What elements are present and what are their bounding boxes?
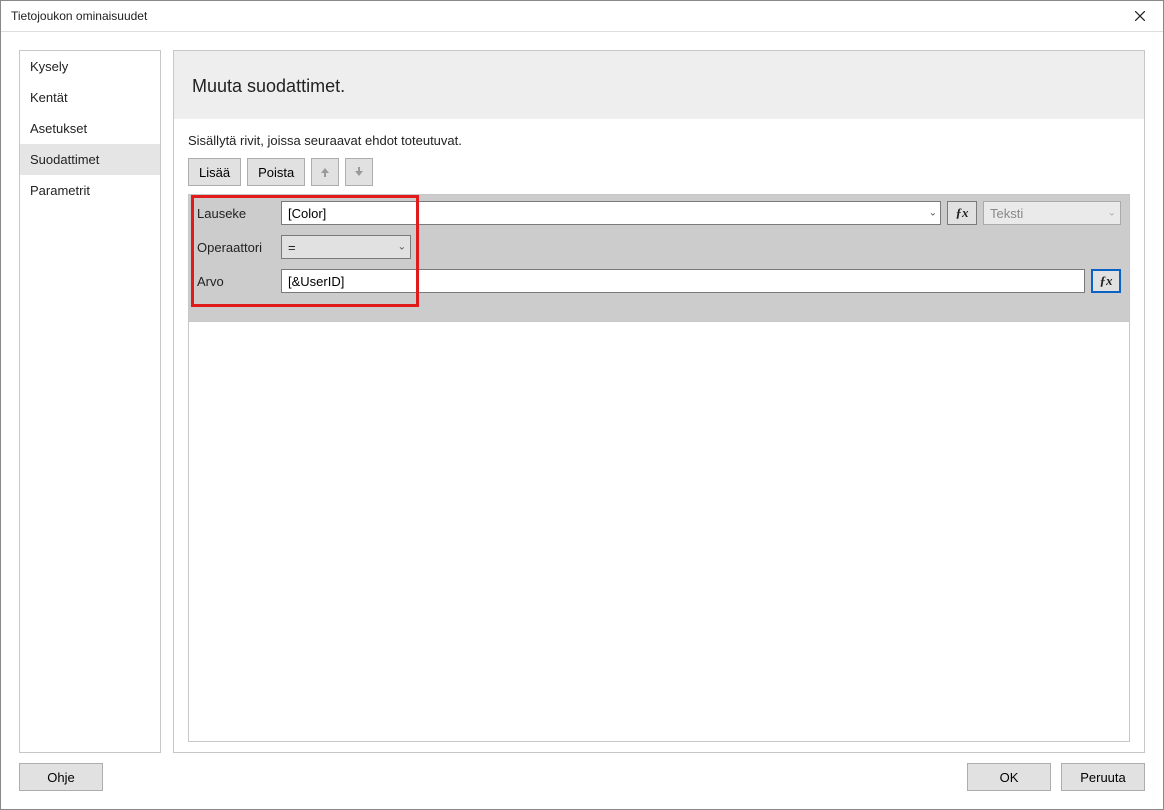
expression-fx-button[interactable]: ƒx — [947, 201, 977, 225]
main-panel: Muuta suodattimet. Sisällytä rivit, jois… — [173, 50, 1145, 753]
filter-list-area — [188, 322, 1130, 742]
type-select-value: Teksti — [990, 206, 1023, 221]
arrow-down-icon — [353, 166, 365, 178]
sidebar-item-label: Parametrit — [30, 183, 90, 198]
instruction-text: Sisällytä rivit, joissa seuraavat ehdot … — [188, 133, 1130, 148]
panel-content: Sisällytä rivit, joissa seuraavat ehdot … — [174, 119, 1144, 752]
sidebar-item-parametrit[interactable]: Parametrit — [20, 175, 160, 206]
chevron-down-icon: ⌄ — [1108, 208, 1116, 219]
close-button[interactable] — [1117, 1, 1163, 32]
sidebar-item-label: Asetukset — [30, 121, 87, 136]
filter-area-padding — [189, 301, 1129, 321]
operator-select[interactable]: = ⌄ — [281, 235, 411, 259]
operator-select-value: = — [288, 240, 296, 255]
filter-row: Lauseke ⌄ ƒx Teksti — [189, 195, 1129, 301]
close-icon — [1135, 11, 1145, 21]
value-input[interactable] — [281, 269, 1085, 293]
sidebar-item-kysely[interactable]: Kysely — [20, 51, 160, 82]
fx-icon: ƒx — [1100, 273, 1113, 289]
filter-expression-row: Lauseke ⌄ ƒx Teksti — [197, 201, 1121, 225]
content-row: Kysely Kentät Asetukset Suodattimet Para… — [19, 50, 1145, 753]
value-label: Arvo — [197, 274, 275, 289]
sidebar-item-label: Kentät — [30, 90, 68, 105]
filter-operator-row: Operaattori = ⌄ — [197, 235, 1121, 259]
filter-area: Lauseke ⌄ ƒx Teksti — [188, 194, 1130, 322]
titlebar: Tietojoukon ominaisuudet — [1, 1, 1163, 32]
cancel-button[interactable]: Peruuta — [1061, 763, 1145, 791]
operator-label: Operaattori — [197, 240, 275, 255]
arrow-up-icon — [319, 166, 331, 178]
filter-value-row: Arvo ƒx — [197, 269, 1121, 293]
remove-button[interactable]: Poista — [247, 158, 305, 186]
dialog-body: Kysely Kentät Asetukset Suodattimet Para… — [1, 32, 1163, 809]
fx-icon: ƒx — [956, 205, 969, 221]
move-down-button[interactable] — [345, 158, 373, 186]
window-title: Tietojoukon ominaisuudet — [11, 9, 147, 23]
sidebar-item-label: Suodattimet — [30, 152, 99, 167]
value-fx-button[interactable]: ƒx — [1091, 269, 1121, 293]
move-up-button[interactable] — [311, 158, 339, 186]
sidebar-item-suodattimet[interactable]: Suodattimet — [20, 144, 160, 175]
filter-toolbar: Lisää Poista — [188, 158, 1130, 186]
ok-button[interactable]: OK — [967, 763, 1051, 791]
expression-input[interactable] — [281, 201, 941, 225]
sidebar: Kysely Kentät Asetukset Suodattimet Para… — [19, 50, 161, 753]
panel-heading: Muuta suodattimet. — [174, 51, 1144, 119]
dialog-window: Tietojoukon ominaisuudet Kysely Kentät A… — [0, 0, 1164, 810]
sidebar-item-label: Kysely — [30, 59, 68, 74]
type-select: Teksti ⌄ — [983, 201, 1121, 225]
chevron-down-icon: ⌄ — [398, 242, 406, 253]
expression-label: Lauseke — [197, 206, 275, 221]
expression-combo[interactable]: ⌄ — [281, 201, 941, 225]
sidebar-item-kentat[interactable]: Kentät — [20, 82, 160, 113]
sidebar-item-asetukset[interactable]: Asetukset — [20, 113, 160, 144]
dialog-footer: Ohje OK Peruuta — [19, 753, 1145, 791]
help-button[interactable]: Ohje — [19, 763, 103, 791]
add-button[interactable]: Lisää — [188, 158, 241, 186]
